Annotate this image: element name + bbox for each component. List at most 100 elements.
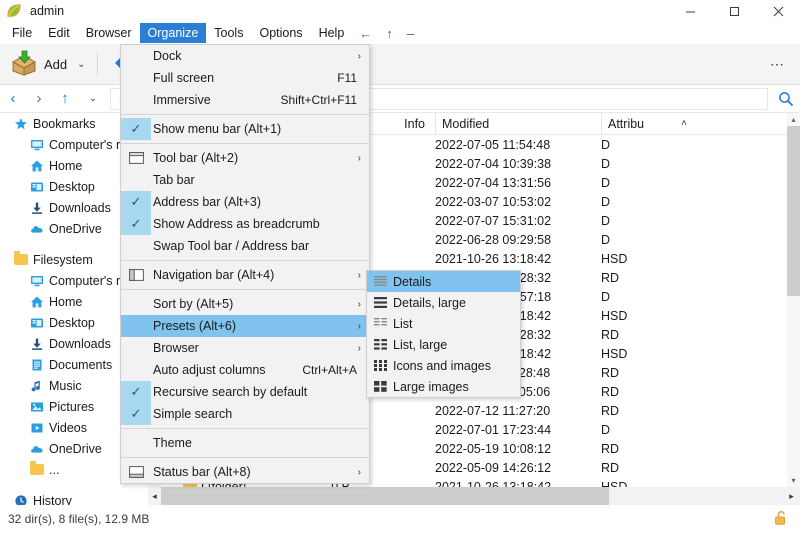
file-list-vscrollbar-thumb[interactable] (787, 126, 800, 296)
menu-item-status-bar-alt-8[interactable]: Status bar (Alt+8)› (121, 461, 369, 483)
menu-item-immersive[interactable]: ImmersiveShift+Ctrl+F11 (121, 89, 369, 111)
video-icon (28, 421, 46, 435)
preset-item-list-large[interactable]: List, large (367, 334, 520, 355)
menu-file[interactable]: File (4, 23, 40, 43)
cell-attributes: D (601, 154, 677, 173)
cell-attributes: D (601, 211, 677, 230)
cell-modified: 2022-07-04 13:31:56 (435, 173, 601, 192)
menu-options[interactable]: Options (251, 23, 310, 43)
presets-submenu[interactable]: DetailsDetails, largeListList, largeIcon… (366, 270, 521, 398)
music-icon (28, 379, 46, 393)
menu-item-presets-alt-6[interactable]: Presets (Alt+6)› (121, 315, 369, 337)
checkmark-icon: ✓ (121, 118, 151, 140)
menu-bar: File Edit Browser Organize Tools Options… (0, 22, 800, 44)
list-scroll-left-icon[interactable]: ◂ (148, 487, 161, 505)
status-bar: 32 dir(s), 8 file(s), 12.9 MB (0, 505, 800, 533)
sidebar-group-history[interactable]: History (0, 490, 148, 505)
menu-item-browser[interactable]: Browser› (121, 337, 369, 359)
preset-item-list[interactable]: List (367, 313, 520, 334)
toolbar-separator (97, 52, 98, 76)
sidebar-item-label: Downloads (49, 337, 111, 351)
organize-dropdown-menu[interactable]: Dock› Full screen F11 ImmersiveShift+Ctrl+F… (120, 44, 370, 484)
file-list-hscrollbar[interactable]: ▸ (161, 487, 800, 505)
menu-item-show-address-as-breadcrumb[interactable]: ✓Show Address as breadcrumb (121, 213, 369, 235)
cell-attributes: D (601, 192, 677, 211)
cell-modified: 2021-10-26 13:18:42 (435, 249, 601, 268)
search-icon[interactable] (772, 91, 800, 107)
computer-icon (28, 274, 46, 288)
menu-item-auto-adjust-columns[interactable]: Auto adjust columnsCtrl+Alt+A (121, 359, 369, 381)
sort-indicator-icon[interactable]: ˄ (677, 118, 691, 129)
details-large-view-icon (367, 297, 393, 308)
menu-item-label: Swap Tool bar / Address bar (151, 239, 369, 253)
menu-item-label: Sort by (Alt+5) (151, 297, 369, 311)
nav-up-icon[interactable]: ↑ (52, 86, 78, 112)
column-header-info[interactable]: Info (360, 113, 435, 135)
computer-icon (28, 138, 46, 152)
menu-item-sort-by-alt-5[interactable]: Sort by (Alt+5)› (121, 293, 369, 315)
nav-forward-icon[interactable]: › (26, 86, 52, 112)
maximize-button[interactable] (712, 0, 756, 22)
sidebar-item-label: Music (49, 379, 82, 393)
unlocked-padlock-icon[interactable] (774, 510, 788, 529)
menu-item-show-menu-bar-alt-1[interactable]: ✓Show menu bar (Alt+1) (121, 118, 369, 140)
menu-item-full-screen[interactable]: Full screen F11 (121, 67, 369, 89)
add-button[interactable]: Add ⌄ (6, 47, 90, 81)
menu-item-label: Full screen (151, 71, 319, 85)
cell-attributes: D (601, 135, 677, 154)
list-scroll-down-icon[interactable]: ▾ (787, 474, 800, 487)
menu-item-recursive-search-by-default[interactable]: ✓Recursive search by default (121, 381, 369, 403)
menu-item-label: Auto adjust columns (151, 363, 284, 377)
menu-item-swap-tool-bar-address-bar[interactable]: Swap Tool bar / Address bar (121, 235, 369, 257)
menubar-collapse-icon[interactable]: – (400, 23, 421, 43)
cell-info (360, 458, 435, 477)
preset-item-large-images[interactable]: Large images (367, 376, 520, 397)
menu-item-shortcut: F11 (337, 71, 369, 85)
menu-gutter (121, 235, 151, 257)
preset-item-icons-and-images[interactable]: Icons and images (367, 355, 520, 376)
menu-item-label: Show Address as breadcrumb (151, 217, 369, 231)
sidebar-item-label: Home (49, 295, 82, 309)
menu-item-simple-search[interactable]: ✓Simple search (121, 403, 369, 425)
menu-item-navigation-bar-alt-4[interactable]: Navigation bar (Alt+4)› (121, 264, 369, 286)
submenu-arrow-icon: › (358, 321, 361, 332)
preset-item-details[interactable]: Details (367, 271, 520, 292)
menubar-up-icon[interactable]: ↑ (379, 23, 400, 43)
add-dropdown-caret-icon[interactable]: ⌄ (77, 59, 85, 70)
file-list-vscrollbar[interactable]: ▴ ▾ (787, 113, 800, 487)
menu-item-theme[interactable]: Theme (121, 432, 369, 454)
menu-browser[interactable]: Browser (78, 23, 140, 43)
nav-back-icon[interactable]: ‹ (0, 86, 26, 112)
menu-item-tool-bar-alt-2[interactable]: Tool bar (Alt+2)› (121, 147, 369, 169)
column-header-attributes[interactable]: Attribu (601, 113, 677, 135)
file-list-hscrollbar-thumb[interactable] (161, 487, 609, 505)
sidebar-item-label: Desktop (49, 316, 95, 330)
peazip-window: admin File Edit Browser Organize Tools O… (0, 0, 800, 533)
menu-help[interactable]: Help (311, 23, 353, 43)
menu-item-tab-bar[interactable]: Tab bar (121, 169, 369, 191)
cell-attributes: RD (601, 325, 677, 344)
menu-edit[interactable]: Edit (40, 23, 78, 43)
minimize-button[interactable] (668, 0, 712, 22)
preset-item-details-large[interactable]: Details, large (367, 292, 520, 313)
menu-gutter (121, 45, 151, 67)
cell-attributes: D (601, 420, 677, 439)
menu-tools[interactable]: Tools (206, 23, 251, 43)
folder-icon (28, 464, 46, 475)
toolbar-overflow-button[interactable]: ⋯ (770, 56, 786, 73)
menu-organize[interactable]: Organize (140, 23, 207, 43)
sidebar-item-label: Pictures (49, 400, 94, 414)
menu-item-label: Browser (151, 341, 369, 355)
navbar-icon (121, 264, 151, 286)
list-scroll-right-icon[interactable]: ▸ (783, 487, 800, 505)
column-header-modified[interactable]: Modified (435, 113, 601, 135)
window-controls (668, 0, 800, 22)
list-scroll-up-icon[interactable]: ▴ (787, 113, 800, 126)
menu-item-dock[interactable]: Dock› (121, 45, 369, 67)
address-history-caret-icon[interactable]: ⌄ (80, 86, 106, 112)
cell-modified: 2022-07-04 10:39:38 (435, 154, 601, 173)
menubar-back-icon[interactable]: ← (352, 23, 379, 43)
close-button[interactable] (756, 0, 800, 22)
menu-item-address-bar-alt-3[interactable]: ✓Address bar (Alt+3) (121, 191, 369, 213)
sidebar-item-label: OneDrive (49, 442, 102, 456)
